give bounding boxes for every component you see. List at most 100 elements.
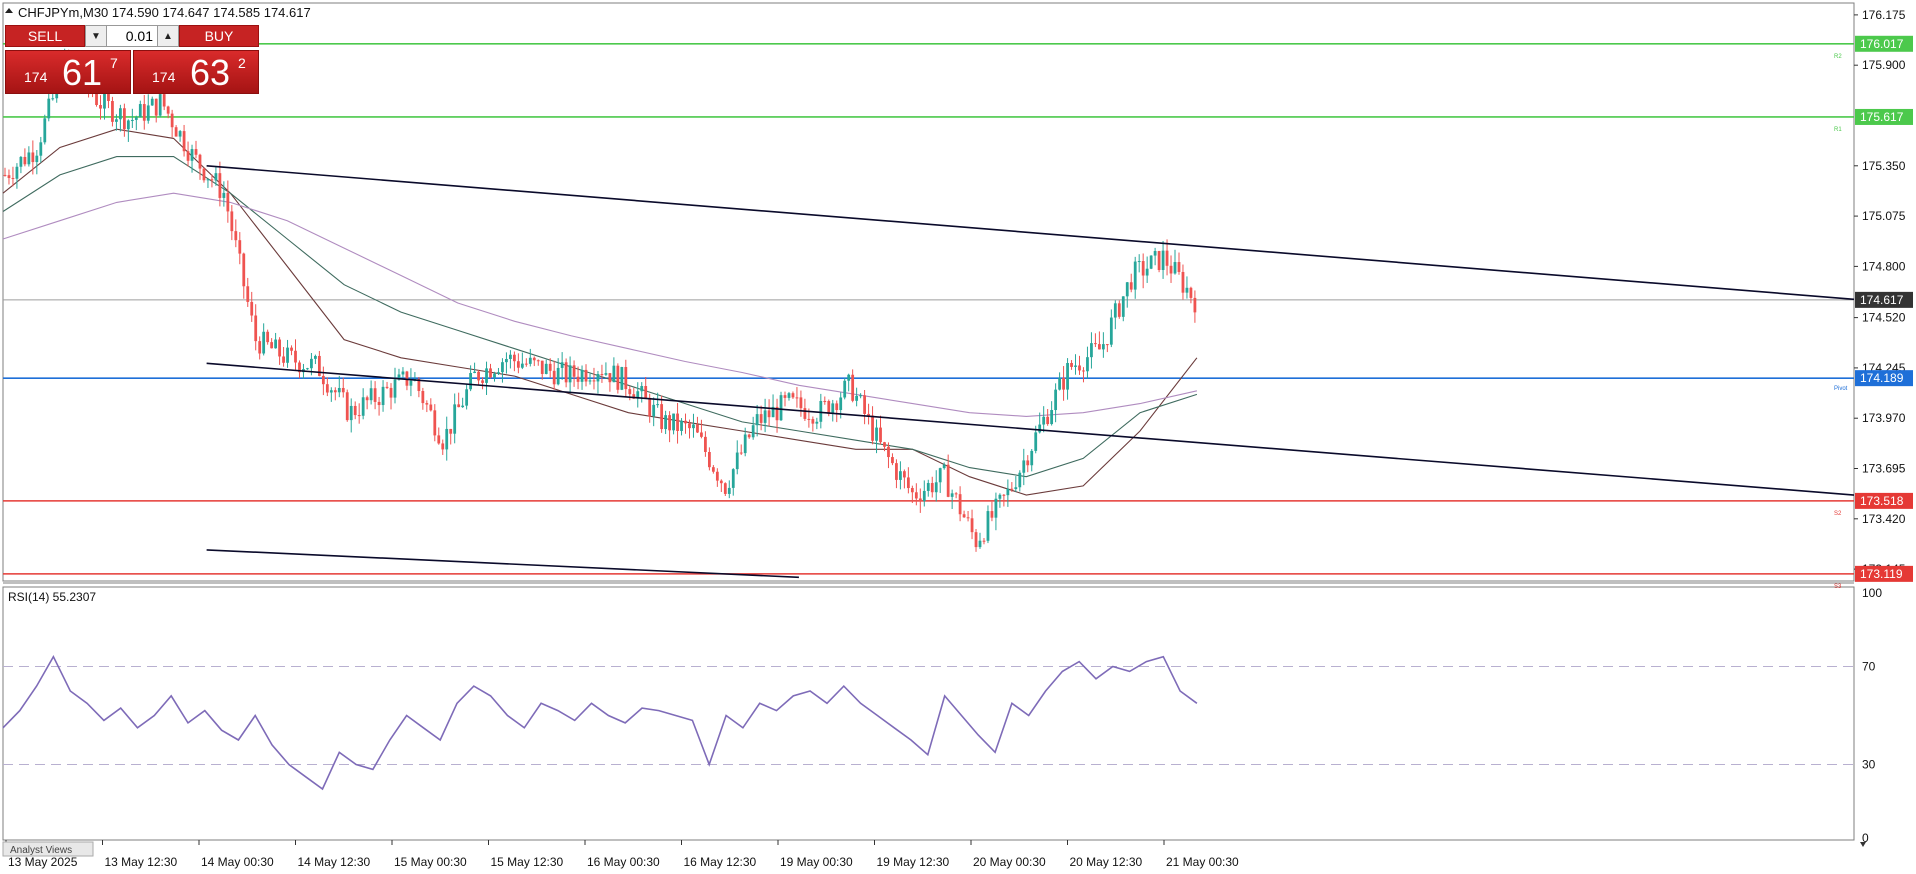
- candle-bear: [194, 149, 198, 155]
- candle-bear: [186, 151, 190, 161]
- candle-bull: [520, 363, 524, 368]
- candle-bear: [246, 286, 250, 302]
- candle-bull: [314, 355, 317, 359]
- sell-price-box[interactable]: 174 61 7: [5, 50, 131, 94]
- candle-bull: [445, 428, 449, 450]
- candle-bear: [516, 361, 520, 368]
- candle-bull: [349, 405, 353, 421]
- price-tick-label: 175.350: [1862, 159, 1906, 173]
- candle-bull: [146, 105, 150, 121]
- candle-bear: [715, 471, 719, 481]
- candle-bull: [329, 390, 333, 393]
- chart-background: [0, 0, 1916, 874]
- buy-price-big: 174: [152, 69, 176, 85]
- candle-bear: [441, 443, 445, 450]
- candle-bull: [465, 389, 469, 406]
- candle-bull: [640, 386, 644, 392]
- candle-bear: [914, 492, 918, 499]
- candle-bull: [393, 379, 397, 398]
- sell-price-big: 174: [24, 69, 48, 85]
- candle-bull: [680, 420, 683, 431]
- candle-bull: [763, 410, 767, 423]
- candle-bull: [652, 404, 656, 417]
- candle-bull: [473, 371, 476, 373]
- candle-bear: [688, 423, 691, 429]
- rsi-label: RSI(14) 55.2307: [8, 590, 96, 604]
- candle-bear: [99, 104, 102, 109]
- candle-bear: [198, 154, 202, 169]
- buy-button[interactable]: BUY: [179, 25, 259, 47]
- candle-bear: [835, 403, 839, 411]
- candle-bear: [584, 369, 588, 382]
- candle-bull: [1050, 410, 1054, 425]
- candle-bull: [1121, 296, 1125, 317]
- candle-bear: [700, 432, 703, 437]
- candle-bear: [481, 380, 484, 383]
- candle-bear: [592, 380, 596, 382]
- buy-price-large: 63: [190, 52, 231, 93]
- candle-bear: [747, 434, 751, 438]
- candle-bear: [684, 420, 687, 424]
- candle-bull: [672, 413, 675, 431]
- candle-bear: [341, 387, 345, 393]
- candle-bull: [1113, 303, 1117, 318]
- price-tick-label: 175.900: [1862, 58, 1906, 72]
- candle-bear: [170, 113, 174, 128]
- candle-bear: [552, 370, 556, 385]
- candle-bull: [664, 415, 668, 430]
- candle-bear: [524, 363, 528, 365]
- candle-bear: [970, 518, 974, 533]
- volume-increase-icon[interactable]: ▲: [157, 25, 179, 47]
- candle-bear: [1105, 344, 1109, 346]
- candle-bear: [333, 390, 337, 393]
- candle-bear: [242, 253, 246, 287]
- candle-bear: [7, 175, 11, 179]
- candle-bull: [1149, 255, 1153, 269]
- time-tick-label: 19 May 00:30: [780, 855, 853, 869]
- candle-bull: [978, 540, 982, 548]
- candle-bear: [1098, 344, 1101, 350]
- candle-bear: [437, 435, 441, 444]
- candle-bull: [505, 358, 508, 363]
- candle-bear: [883, 442, 886, 447]
- candle-bear: [879, 427, 882, 443]
- sell-price-sup: 7: [110, 55, 118, 71]
- candle-bear: [1189, 287, 1193, 298]
- candle-bull: [1030, 450, 1034, 466]
- candle-bull: [994, 498, 998, 518]
- candle-bull: [306, 368, 309, 370]
- candle-bull: [1018, 472, 1022, 488]
- candle-bear: [719, 480, 723, 484]
- candle-bear: [739, 452, 743, 454]
- candle-bear: [1117, 303, 1121, 317]
- candle-bear: [357, 415, 361, 417]
- candle-bull: [119, 108, 122, 120]
- symbol-info: CHFJPYm,M30 174.590 174.647 174.585 174.…: [18, 5, 311, 20]
- volume-input[interactable]: 0.01: [107, 25, 157, 47]
- sell-button[interactable]: SELL: [5, 25, 85, 47]
- candle-bear: [1141, 261, 1145, 276]
- candle-bull: [1058, 377, 1061, 390]
- candle-bear: [489, 368, 492, 378]
- level-tag-label: 174.189: [1860, 371, 1904, 385]
- candle-bear: [23, 156, 27, 165]
- time-tick-label: 20 May 00:30: [973, 855, 1046, 869]
- candle-bull: [337, 387, 341, 393]
- candle-bear: [827, 401, 831, 414]
- time-tick-label: 16 May 12:30: [684, 855, 757, 869]
- candle-bull: [998, 494, 1002, 499]
- candle-bear: [31, 152, 35, 163]
- candle-bear: [258, 341, 262, 354]
- volume-decrease-icon[interactable]: ▼: [85, 25, 107, 47]
- candle-bull: [1054, 389, 1058, 411]
- candle-bull: [986, 511, 990, 541]
- candle-bull: [1022, 460, 1026, 473]
- candle-bear: [660, 404, 664, 430]
- buy-price-box[interactable]: 174 63 2: [133, 50, 259, 94]
- candle-bull: [1042, 416, 1046, 425]
- candle-bear: [1165, 250, 1169, 266]
- candle-bull: [190, 149, 194, 161]
- candle-bear: [218, 173, 222, 198]
- level-tag-label: 173.518: [1860, 494, 1904, 508]
- candle-bull: [115, 119, 118, 122]
